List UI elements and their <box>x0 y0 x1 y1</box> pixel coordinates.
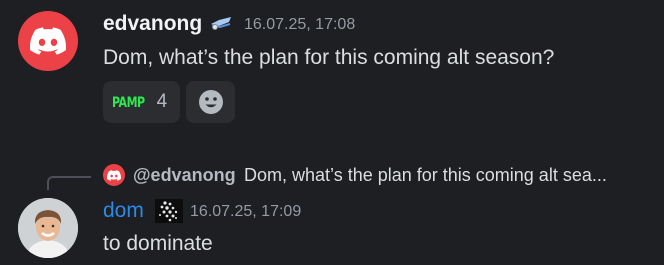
message-content: Dom, what’s the plan for this coming alt… <box>103 46 555 69</box>
reaction-count: 4 <box>156 91 168 112</box>
iota-logo-icon <box>155 199 183 223</box>
add-reaction-button[interactable] <box>186 81 235 123</box>
tag-badge-icon <box>211 17 231 30</box>
message-content: to dominate <box>103 232 213 255</box>
pamp-emoji: PAMP <box>112 93 145 111</box>
reply-preview[interactable]: Dom, what’s the plan for this coming alt… <box>244 163 607 187</box>
reply-author[interactable]: @edvanong <box>133 163 236 187</box>
message-timestamp: 16.07.25, 17:09 <box>190 203 302 220</box>
avatar-edvanong[interactable] <box>18 11 78 71</box>
message-timestamp: 16.07.25, 17:08 <box>244 16 356 33</box>
reply-connector <box>47 176 91 190</box>
discord-logo-icon <box>30 27 66 55</box>
message-author[interactable]: edvanong <box>103 10 202 38</box>
avatar-dom[interactable] <box>18 198 78 258</box>
message-author[interactable]: dom <box>103 197 144 225</box>
user-avatar-photo <box>18 198 78 258</box>
reaction-pamp[interactable]: PAMP 4 <box>103 81 180 123</box>
add-reaction-smiley-icon <box>198 90 223 114</box>
reply-author-avatar[interactable] <box>103 164 125 186</box>
discord-logo-icon <box>107 169 121 181</box>
